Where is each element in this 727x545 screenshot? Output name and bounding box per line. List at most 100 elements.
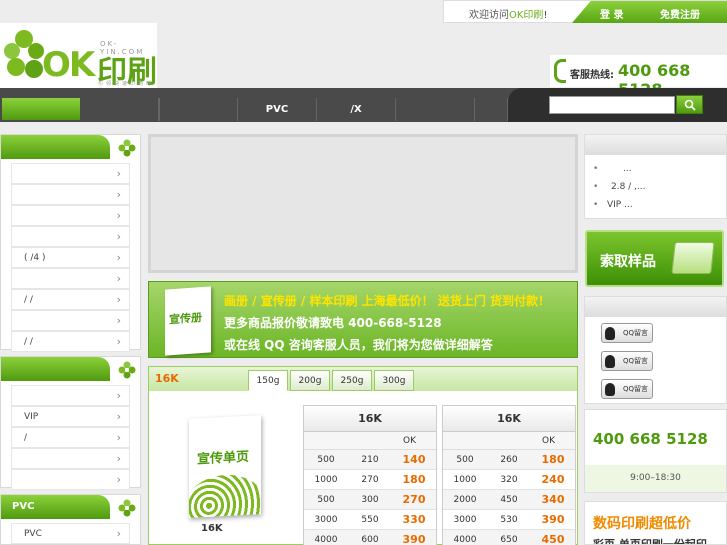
table-row: 500 260 180 bbox=[443, 450, 575, 470]
quantity-cell: 4000 bbox=[314, 535, 338, 545]
sidebar-item[interactable] bbox=[11, 448, 130, 469]
price-cell: 390 bbox=[541, 513, 565, 526]
orig-price-cell: 300 bbox=[361, 495, 379, 505]
sidebar-item[interactable] bbox=[11, 163, 130, 184]
price-panel: 16K 150g 200g 250g 300g 宣传单页 16K 16K OK … bbox=[148, 366, 578, 545]
price-cell: 450 bbox=[541, 533, 565, 545]
orig-price-cell: 600 bbox=[361, 535, 379, 545]
search-button[interactable] bbox=[676, 95, 703, 114]
price-table-subheader: OK bbox=[304, 432, 436, 450]
sidebar-item-pvc[interactable]: PVC bbox=[11, 523, 130, 544]
nav-item-3[interactable] bbox=[159, 98, 238, 121]
sidebar-item[interactable]: / / bbox=[11, 289, 130, 310]
sidebar-item[interactable] bbox=[11, 205, 130, 226]
digital-print-subtitle: 彩页 单页印刷一份起印 bbox=[593, 538, 707, 545]
table-row: 2000 450 340 bbox=[443, 490, 575, 510]
price-cell: 140 bbox=[402, 453, 426, 466]
welcome-brand: OK印刷 bbox=[509, 10, 544, 21]
tab-200g[interactable]: 200g bbox=[290, 370, 330, 391]
news-item[interactable]: ... bbox=[593, 164, 632, 174]
flower-logo-icon bbox=[4, 30, 44, 78]
nav-item-pvc[interactable]: PVC bbox=[238, 98, 317, 121]
price-table-header: 16K bbox=[304, 406, 436, 432]
price-cell: 180 bbox=[402, 473, 426, 486]
sidebar-item[interactable]: / / bbox=[11, 331, 130, 352]
nav-item-7[interactable] bbox=[475, 98, 508, 121]
digital-print-title: 数码印刷超低价 bbox=[593, 516, 691, 532]
news-header bbox=[585, 135, 726, 155]
promo-headline: 画册 / 宣传册 / 样本印刷 上海最低价！ 送货上门 货到付款！ bbox=[224, 292, 550, 309]
news-item[interactable]: 2.8 / ,... bbox=[593, 182, 646, 192]
sidebar-item[interactable] bbox=[11, 385, 130, 406]
sidebar-item[interactable]: / bbox=[11, 427, 130, 448]
flag-icon bbox=[671, 242, 715, 274]
brochure-image: 宣传册 bbox=[165, 286, 211, 356]
swirl-graphic bbox=[189, 472, 261, 518]
site-logo[interactable]: OK-YIN.COM OK 印刷 引领快速印刷时代 bbox=[0, 23, 157, 94]
quantity-cell: 3000 bbox=[453, 515, 477, 525]
price-cell: 270 bbox=[402, 493, 426, 506]
sidebar-header bbox=[1, 357, 136, 381]
qq-message-button[interactable]: QQ留言 bbox=[601, 379, 653, 399]
nav-item-6[interactable] bbox=[396, 98, 475, 121]
flower-icon bbox=[118, 361, 136, 379]
hotline: 客服热线: 400 668 5128 bbox=[550, 55, 727, 99]
quantity-cell: 2000 bbox=[453, 495, 477, 505]
sidebar-item[interactable] bbox=[11, 268, 130, 289]
qq-message-button[interactable]: QQ留言 bbox=[601, 323, 653, 343]
sidebar-services: VIP / bbox=[0, 356, 141, 490]
nav-item-5[interactable]: /X bbox=[317, 98, 396, 121]
promo-banner[interactable]: 宣传册 画册 / 宣传册 / 样本印刷 上海最低价！ 送货上门 货到付款！ 更多… bbox=[148, 281, 578, 358]
quantity-cell: 500 bbox=[317, 455, 335, 465]
orig-price-cell: 530 bbox=[500, 515, 518, 525]
flower-icon bbox=[118, 499, 136, 517]
brochure-title: 宣传册 bbox=[169, 311, 202, 327]
welcome-text: 欢迎访问OK印刷! bbox=[469, 6, 547, 21]
login-link[interactable]: 登 录 bbox=[600, 6, 623, 21]
quantity-cell: 3000 bbox=[314, 515, 338, 525]
tab-300g[interactable]: 300g bbox=[374, 370, 414, 391]
price-panel-header: 16K 150g 200g 250g 300g bbox=[149, 367, 577, 391]
price-cell: 340 bbox=[541, 493, 565, 506]
flyer-sample-title: 宣传单页 bbox=[197, 449, 250, 468]
quantity-cell: 500 bbox=[456, 455, 474, 465]
news-box: ... 2.8 / ,... VIP ... bbox=[584, 134, 727, 219]
sidebar-item[interactable] bbox=[11, 310, 130, 331]
sidebar-item[interactable] bbox=[11, 469, 130, 490]
nav-item-2[interactable] bbox=[80, 98, 159, 121]
price-cell: 180 bbox=[541, 453, 565, 466]
banner-slideshow[interactable] bbox=[148, 134, 578, 273]
tab-250g[interactable]: 250g bbox=[332, 370, 372, 391]
flyer-size-label: 16K bbox=[201, 523, 223, 534]
flyer-sample-image: 宣传单页 bbox=[189, 415, 261, 518]
orig-price-cell: 320 bbox=[500, 475, 518, 485]
qq-message-button[interactable]: QQ留言 bbox=[601, 351, 653, 371]
price-table-subheader: OK bbox=[443, 432, 575, 450]
orig-price-cell: 210 bbox=[361, 455, 379, 465]
price-table-1: 16K OK 500 210 140 1000 270 180 500 300 270 30… bbox=[303, 405, 437, 545]
sidebar-item[interactable] bbox=[11, 226, 130, 247]
price-table-2: 16K OK 500 260 180 1000 320 240 2000 450 340 3… bbox=[442, 405, 576, 545]
quantity-cell: 500 bbox=[317, 495, 335, 505]
orig-price-cell: 450 bbox=[500, 495, 518, 505]
digital-print-ad[interactable]: 数码印刷超低价 彩页 单页印刷一份起印 bbox=[584, 501, 727, 545]
search-input[interactable] bbox=[549, 96, 675, 114]
table-row: 4000 600 390 bbox=[304, 530, 436, 545]
sidebar-item[interactable]: ( /4 ) bbox=[11, 247, 130, 268]
price-cell: 330 bbox=[402, 513, 426, 526]
news-item[interactable]: VIP ... bbox=[593, 200, 633, 210]
phone-icon bbox=[554, 59, 566, 83]
sidebar-item-vip[interactable]: VIP bbox=[11, 406, 130, 427]
request-sample-button[interactable]: 索取样品 bbox=[585, 230, 724, 287]
account-links: 登 录 免费注册 bbox=[572, 1, 727, 23]
register-link[interactable]: 免费注册 bbox=[660, 6, 700, 21]
tab-150g[interactable]: 150g bbox=[248, 370, 288, 391]
table-row: 3000 530 390 bbox=[443, 510, 575, 530]
qq-header bbox=[585, 297, 726, 317]
request-sample-label: 索取样品 bbox=[600, 254, 656, 270]
table-row: 1000 270 180 bbox=[304, 470, 436, 490]
sidebar-header: PVC bbox=[1, 495, 136, 519]
promo-phone-line: 更多商品报价敬请致电 400-668-5128 bbox=[224, 316, 442, 330]
sidebar-item[interactable] bbox=[11, 184, 130, 205]
nav-item-home[interactable] bbox=[2, 98, 80, 120]
